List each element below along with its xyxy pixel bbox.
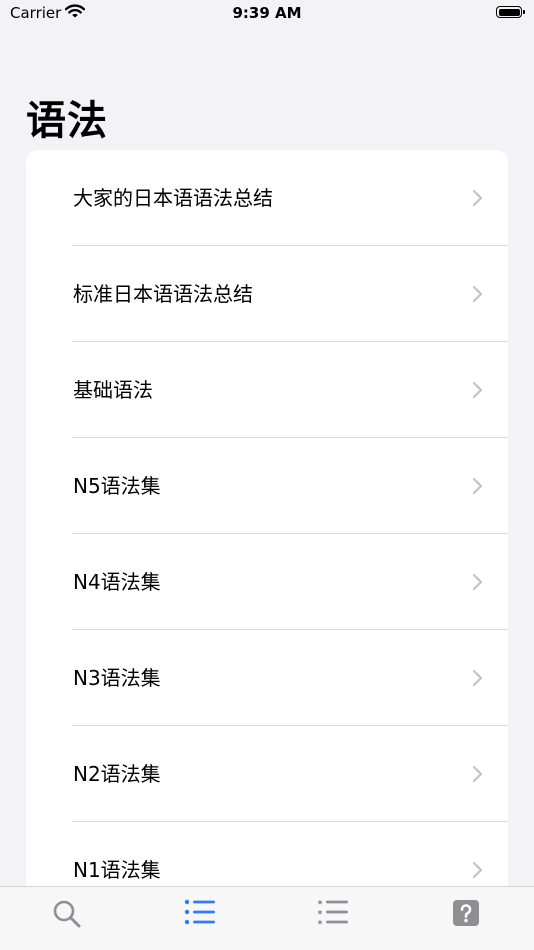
search-icon: [53, 900, 80, 928]
list-item[interactable]: N4语法集: [26, 534, 508, 630]
chevron-right-icon: [472, 477, 483, 495]
list-item-label: 基础语法: [73, 378, 153, 402]
tab-help[interactable]: [399, 887, 532, 937]
star-list-icon: [316, 899, 348, 925]
tab-search[interactable]: [0, 887, 133, 937]
list-item-label: 大家的日本语语法总结: [73, 186, 273, 210]
chevron-right-icon: [472, 765, 483, 783]
list-item-label: N4语法集: [73, 570, 161, 594]
chevron-right-icon: [472, 669, 483, 687]
chevron-right-icon: [472, 189, 483, 207]
chevron-right-icon: [472, 381, 483, 399]
list-item-label: N5语法集: [73, 474, 161, 498]
list-item-label: 标准日本语语法总结: [73, 282, 253, 306]
chevron-right-icon: [472, 285, 483, 303]
tab-grammar-list[interactable]: [133, 887, 266, 937]
list-item[interactable]: N1语法集: [26, 822, 508, 890]
tab-bar: [0, 886, 534, 950]
list-item[interactable]: N5语法集: [26, 438, 508, 534]
list-item[interactable]: 标准日本语语法总结: [26, 246, 508, 342]
tab-starred-list[interactable]: [266, 887, 399, 937]
chevron-right-icon: [472, 861, 483, 879]
page-title: 语法: [26, 98, 108, 144]
list-item[interactable]: N2语法集: [26, 726, 508, 822]
list-bullet-icon: [184, 899, 215, 925]
status-bar: Carrier 9:39 AM: [0, 0, 534, 30]
grammar-list: 大家的日本语语法总结 标准日本语语法总结 基础语法 N5语法集 N4语法集 N3…: [26, 150, 508, 890]
list-item[interactable]: N3语法集: [26, 630, 508, 726]
list-item-label: N3语法集: [73, 666, 161, 690]
list-item[interactable]: 基础语法: [26, 342, 508, 438]
question-icon: [452, 900, 479, 926]
list-item-label: N1语法集: [73, 858, 161, 882]
list-item[interactable]: 大家的日本语语法总结: [26, 150, 508, 246]
status-time: 9:39 AM: [232, 4, 302, 22]
chevron-right-icon: [472, 573, 483, 591]
battery-icon: [496, 6, 525, 18]
list-item-label: N2语法集: [73, 762, 161, 786]
